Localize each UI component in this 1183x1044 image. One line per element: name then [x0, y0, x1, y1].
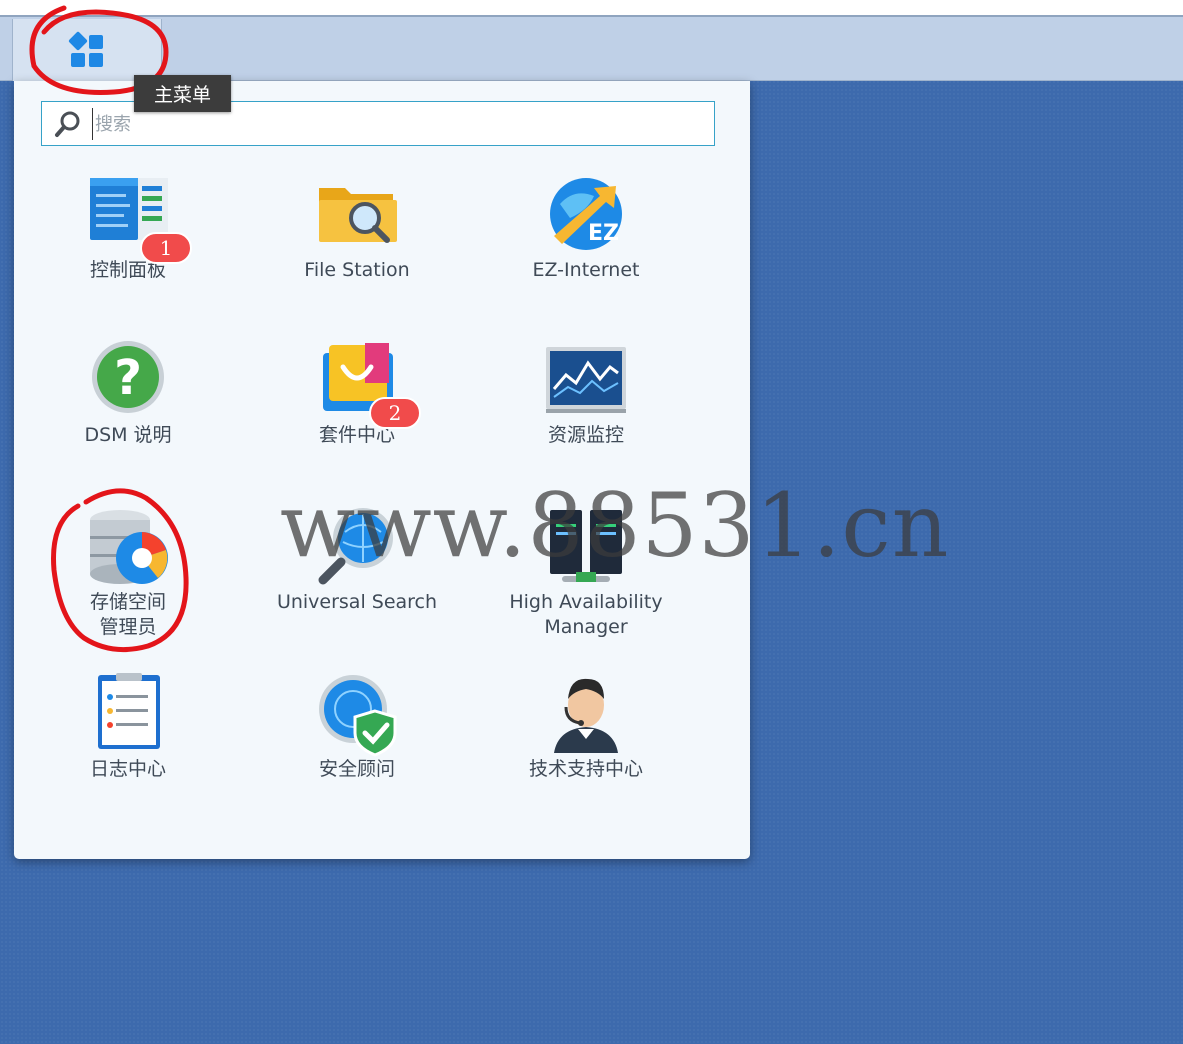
app-label: 控制面板 [89, 259, 166, 281]
high-availability-icon [550, 510, 622, 582]
svg-text:EZ: EZ [588, 221, 619, 246]
app-control-panel[interactable]: 1 控制面板 [28, 174, 228, 283]
app-support-center[interactable]: 技术支持中心 [486, 673, 686, 782]
app-high-availability[interactable]: High Availability Manager [486, 506, 686, 640]
app-label: 存储空间 管理员 [89, 591, 166, 638]
svg-text:?: ? [114, 350, 142, 406]
dsm-help-icon: ? [92, 341, 164, 413]
security-advisor-icon [319, 675, 397, 757]
app-label: 资源监控 [547, 424, 624, 446]
app-dsm-help[interactable]: ? DSM 说明 [28, 339, 228, 448]
ez-internet-icon: EZ [550, 178, 622, 250]
universal-search-icon [318, 508, 393, 585]
taskbar [0, 15, 1183, 81]
window-top-edge [0, 0, 1183, 15]
app-package-center[interactable]: 2 套件中心 [257, 339, 457, 448]
file-station-icon [319, 188, 397, 243]
app-label: 技术支持中心 [528, 758, 643, 780]
app-universal-search[interactable]: Universal Search [257, 506, 457, 615]
storage-manager-icon [90, 510, 168, 584]
search-input[interactable] [92, 108, 697, 140]
app-label: 日志中心 [89, 758, 166, 780]
main-menu-icon [68, 31, 103, 67]
app-label: High Availability Manager [509, 591, 663, 638]
app-ez-internet[interactable]: EZ EZ-Internet [486, 174, 686, 283]
app-file-station[interactable]: File Station [257, 174, 457, 283]
app-storage-manager[interactable]: 存储空间 管理员 [28, 506, 228, 640]
notification-badge: 1 [140, 232, 192, 264]
app-label: 套件中心 [318, 424, 395, 446]
app-label: 安全顾问 [318, 758, 395, 780]
resource-monitor-icon [546, 347, 626, 413]
main-menu-button[interactable] [12, 19, 162, 81]
app-security-advisor[interactable]: 安全顾问 [257, 673, 457, 782]
app-label: DSM 说明 [84, 424, 172, 446]
app-label: Universal Search [276, 591, 438, 613]
app-label: EZ-Internet [532, 259, 640, 281]
main-menu-panel: 1 控制面板 File Station EZ EZ-Internet [14, 81, 750, 859]
log-center-icon [98, 673, 160, 749]
app-label: File Station [304, 259, 410, 281]
main-menu-tooltip: 主菜单 [134, 75, 231, 112]
app-resource-monitor[interactable]: 资源监控 [486, 339, 686, 448]
search-icon [55, 111, 80, 137]
app-log-center[interactable]: 日志中心 [28, 673, 228, 782]
notification-badge: 2 [369, 397, 421, 429]
support-center-icon [554, 678, 618, 753]
